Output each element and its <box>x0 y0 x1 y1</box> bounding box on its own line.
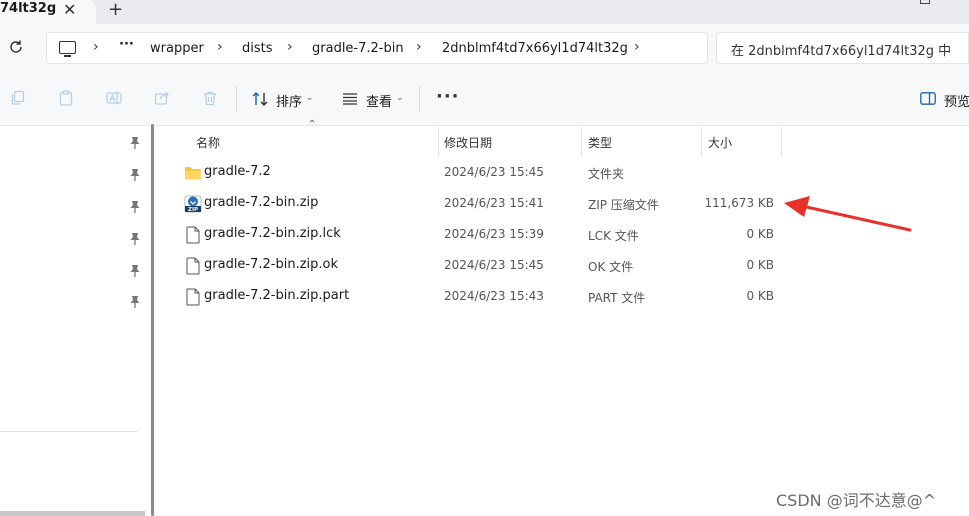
nav-horizontal-scrollbar[interactable] <box>0 511 145 516</box>
file-icon <box>186 226 200 244</box>
address-row: › ··· wrapper › dists › gradle-7.2-bin ›… <box>0 24 969 72</box>
chevron-down-icon: ⌄ <box>396 93 404 103</box>
file-size: 111,673 KB <box>704 196 774 210</box>
annotation-arrow-icon <box>784 196 912 232</box>
column-divider[interactable] <box>701 127 702 157</box>
column-divider[interactable] <box>781 127 782 157</box>
chevron-right-icon[interactable]: › <box>287 39 293 55</box>
zip-file-icon: ZIP <box>184 195 202 213</box>
more-options-icon[interactable]: ··· <box>436 86 460 107</box>
file-date: 2024/6/23 15:39 <box>444 227 544 241</box>
navigation-pane <box>0 127 147 516</box>
file-name: gradle-7.2-bin.zip.part <box>204 288 350 303</box>
toolbar-divider <box>236 86 237 112</box>
pin-icon[interactable] <box>129 168 141 182</box>
sort-ascending-icon: ⌃ <box>308 119 317 130</box>
column-date[interactable]: 修改日期 <box>444 134 492 151</box>
file-name: gradle-7.2-bin.zip.lck <box>204 226 341 241</box>
file-row[interactable]: gradle-7.2-bin.zip.ok 2024/6/23 15:45 OK… <box>162 251 782 282</box>
file-type: ZIP 压缩文件 <box>588 198 659 212</box>
column-divider[interactable] <box>438 127 439 157</box>
file-size: 0 KB <box>746 258 774 272</box>
refresh-icon[interactable] <box>7 38 25 56</box>
search-placeholder: 在 2dnblmf4td7x66yl1d74lt32g 中 <box>731 44 952 59</box>
file-name: gradle-7.2 <box>204 164 271 179</box>
view-button[interactable]: 查看 ⌄ <box>342 89 408 110</box>
command-bar: 排序 ⌄ 查看 ⌄ ··· 预览 <box>0 72 969 126</box>
column-header: ⌃ 名称 修改日期 类型 大小 <box>162 119 782 157</box>
copy-icon[interactable] <box>10 90 26 106</box>
column-divider[interactable] <box>581 127 582 157</box>
address-bar[interactable]: › ··· wrapper › dists › gradle-7.2-bin ›… <box>46 32 708 64</box>
chevron-right-icon[interactable]: › <box>416 39 422 55</box>
file-date: 2024/6/23 15:45 <box>444 258 544 272</box>
folder-icon <box>185 167 201 180</box>
delete-icon[interactable] <box>202 90 218 106</box>
nav-divider <box>0 431 137 432</box>
sort-icon <box>252 92 268 106</box>
file-type: PART 文件 <box>588 291 646 305</box>
pin-icon[interactable] <box>129 264 141 278</box>
column-size[interactable]: 大小 <box>708 134 732 151</box>
file-row[interactable]: ZIP gradle-7.2-bin.zip 2024/6/23 15:41 Z… <box>162 189 782 220</box>
file-row[interactable]: gradle-7.2 2024/6/23 15:45 文件夹 <box>162 158 782 189</box>
file-name: gradle-7.2-bin.zip.ok <box>204 257 339 272</box>
search-input[interactable]: 在 2dnblmf4td7x66yl1d74lt32g 中 <box>716 32 969 64</box>
breadcrumb-dists[interactable]: dists <box>242 41 273 56</box>
rename-icon[interactable] <box>106 90 122 106</box>
chevron-down-icon: ⌄ <box>306 93 314 103</box>
preview-label: 预览 <box>944 95 969 110</box>
file-type: 文件夹 <box>588 167 625 181</box>
pin-icon[interactable] <box>129 295 141 309</box>
tab-active[interactable]: 74lt32g ✕ <box>0 0 96 24</box>
watermark-text: CSDN @词不达意@^ <box>776 491 937 510</box>
close-icon[interactable]: ✕ <box>63 0 76 19</box>
breadcrumb-wrapper[interactable]: wrapper <box>150 41 204 56</box>
pin-icon[interactable] <box>129 136 141 150</box>
preview-pane-icon <box>920 92 936 105</box>
file-date: 2024/6/23 15:41 <box>444 196 544 210</box>
sort-label: 排序 <box>276 95 303 110</box>
tab-strip: 74lt32g ✕ + <box>0 0 969 24</box>
chevron-right-icon[interactable]: › <box>93 39 99 55</box>
breadcrumb-overflow[interactable]: ··· <box>119 37 134 52</box>
file-row[interactable]: gradle-7.2-bin.zip.part 2024/6/23 15:43 … <box>162 282 782 313</box>
file-icon <box>186 288 200 306</box>
paste-icon[interactable] <box>58 90 74 106</box>
chevron-right-icon[interactable]: › <box>634 39 640 55</box>
file-date: 2024/6/23 15:45 <box>444 165 544 179</box>
file-row[interactable]: gradle-7.2-bin.zip.lck 2024/6/23 15:39 L… <box>162 220 782 251</box>
column-type[interactable]: 类型 <box>588 134 612 151</box>
new-tab-icon[interactable]: + <box>108 0 123 20</box>
chevron-right-icon[interactable]: › <box>217 39 223 55</box>
file-size: 0 KB <box>746 289 774 303</box>
pin-icon[interactable] <box>129 200 141 214</box>
tab-title: 74lt32g <box>0 1 57 16</box>
svg-text:ZIP: ZIP <box>188 207 198 213</box>
file-type: LCK 文件 <box>588 229 639 243</box>
file-name: gradle-7.2-bin.zip <box>204 195 319 210</box>
breadcrumb-hash-folder[interactable]: 2dnblmf4td7x66yl1d74lt32g <box>442 41 628 56</box>
this-pc-icon[interactable] <box>59 41 76 57</box>
nav-vertical-scrollbar[interactable] <box>151 124 154 516</box>
toolbar-divider <box>419 86 420 112</box>
column-name[interactable]: 名称 <box>196 134 220 151</box>
view-list-icon <box>343 93 357 105</box>
file-size: 0 KB <box>746 227 774 241</box>
view-label: 查看 <box>366 95 393 110</box>
file-type: OK 文件 <box>588 260 634 274</box>
pin-icon[interactable] <box>129 232 141 246</box>
maximize-icon[interactable] <box>920 0 930 4</box>
file-icon <box>186 257 200 275</box>
sort-button[interactable]: 排序 ⌄ <box>252 89 318 110</box>
file-date: 2024/6/23 15:43 <box>444 289 544 303</box>
breadcrumb-gradle-bin[interactable]: gradle-7.2-bin <box>312 41 404 56</box>
share-icon[interactable] <box>154 90 170 106</box>
